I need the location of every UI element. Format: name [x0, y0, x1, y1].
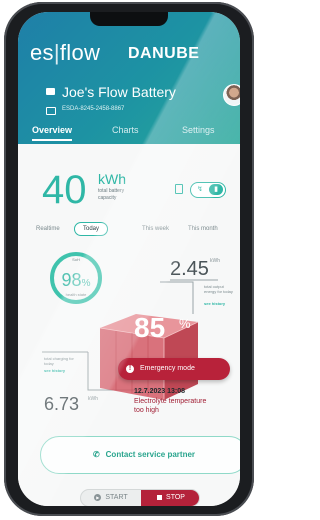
output-label: total output energy for today	[204, 284, 233, 294]
avatar[interactable]	[223, 84, 240, 106]
alert-message: Electrolyte temperature too high	[134, 398, 207, 414]
contact-service-label: Contact service partner	[105, 450, 196, 459]
input-label: total charging for today	[44, 356, 74, 366]
battery-cube-illustration	[99, 314, 199, 400]
battery-mode-icon[interactable]: ▮	[209, 184, 223, 195]
input-value: 6.73	[44, 394, 80, 414]
health-gauge-top-label: SoH	[72, 257, 80, 262]
state-of-charge-value: 85	[134, 312, 166, 343]
output-unit: kWh	[210, 258, 220, 264]
start-stop-control: ▶ START STOP	[80, 489, 200, 506]
start-button[interactable]: ▶ START	[81, 490, 141, 506]
tab-overview[interactable]: Overview	[32, 125, 72, 135]
plug-icon	[175, 184, 183, 194]
mode-toggle[interactable]: ↯ ▮	[190, 182, 226, 198]
brand-logo: es|flow	[30, 40, 101, 65]
health-value: 98%	[61, 270, 91, 290]
period-today[interactable]: Today	[74, 222, 109, 236]
phone-frame: es|flow DANUBE Joe's Flow Battery ESDA-8…	[4, 2, 254, 516]
serial-icon	[46, 107, 56, 115]
period-realtime[interactable]: Realtime	[36, 226, 60, 232]
tab-charts[interactable]: Charts	[112, 125, 139, 135]
stop-icon	[157, 494, 163, 500]
active-tab-indicator	[32, 139, 72, 141]
emergency-mode-button[interactable]: ! Emergency mode	[118, 358, 230, 380]
phone-notch	[90, 12, 168, 26]
charge-mode-icon[interactable]: ↯	[193, 184, 207, 195]
battery-name: Joe's Flow Battery	[62, 84, 176, 100]
alert-icon: !	[126, 365, 134, 373]
period-this-month[interactable]: This month	[188, 226, 218, 232]
capacity-label: total battery capacity	[98, 188, 125, 201]
state-of-charge-unit: %	[179, 316, 191, 331]
alert-timestamp: 12.7.2023 13:08	[134, 388, 185, 395]
contact-service-button[interactable]: ✆ Contact service partner	[40, 436, 240, 474]
start-icon: ▶	[94, 493, 102, 501]
period-this-week[interactable]: This week	[142, 226, 169, 232]
main-tabs: Overview Charts Settings	[18, 125, 240, 145]
capacity-value: 40	[42, 168, 87, 212]
output-history-link[interactable]: see history	[204, 301, 225, 306]
overview-content: 40 kWh total battery capacity ↯ ▮ Realti…	[18, 144, 240, 506]
emergency-mode-label: Emergency mode	[140, 365, 195, 372]
app-header: es|flow DANUBE Joe's Flow Battery ESDA-8…	[18, 12, 240, 144]
capacity-unit: kWh	[98, 171, 126, 187]
stop-button[interactable]: STOP	[141, 490, 199, 506]
tab-settings[interactable]: Settings	[182, 125, 215, 135]
serial-number: ESDA-8245-2458-8867	[62, 106, 125, 112]
product-name: DANUBE	[128, 45, 200, 62]
app-screen: es|flow DANUBE Joe's Flow Battery ESDA-8…	[18, 12, 240, 506]
output-value: 2.45	[170, 258, 209, 280]
input-history-link[interactable]: see history	[44, 368, 65, 373]
phone-icon: ✆	[92, 450, 100, 459]
battery-icon	[46, 88, 55, 95]
